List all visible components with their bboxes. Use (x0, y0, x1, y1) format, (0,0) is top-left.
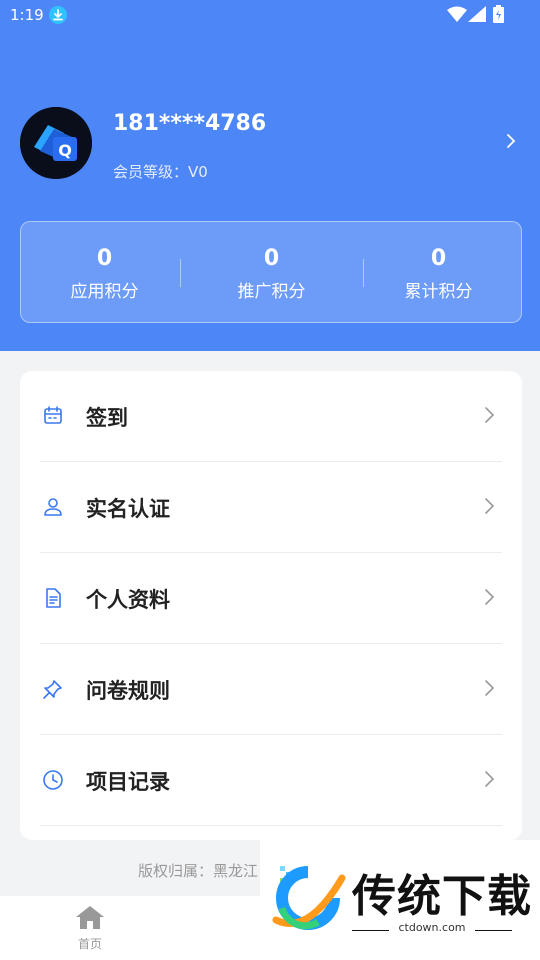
profile-header: 1:19 Q 181****4786 会员等级：V0 0 应用积分 0 推广积分… (0, 0, 540, 351)
watermark-url: ctdown.com (398, 921, 466, 934)
menu-item-survey-rules[interactable]: 问卷规则 (20, 644, 522, 735)
wifi-icon (447, 6, 467, 26)
signal-icon (468, 6, 486, 26)
stat-total-points[interactable]: 0 累计积分 (355, 246, 522, 302)
status-bar: 1:19 (0, 0, 540, 30)
document-icon (42, 587, 64, 609)
stat-promo-points[interactable]: 0 推广积分 (188, 246, 355, 302)
stat-label: 推广积分 (237, 282, 306, 302)
menu-item-project-records[interactable]: 项目记录 (20, 735, 522, 826)
clock-icon (42, 769, 64, 791)
svg-text:Q: Q (58, 141, 72, 160)
stat-label: 累计积分 (404, 282, 473, 302)
menu-label: 签到 (86, 406, 128, 430)
menu-label: 个人资料 (86, 588, 170, 612)
user-phone: 181****4786 (113, 111, 267, 136)
home-icon (76, 906, 104, 929)
calendar-icon (42, 405, 64, 427)
member-level: 会员等级：V0 (113, 163, 208, 181)
menu-label: 问卷规则 (86, 679, 170, 703)
stat-value: 0 (263, 246, 280, 271)
stat-divider (180, 259, 181, 287)
download-icon (49, 6, 67, 24)
menu-label: 项目记录 (86, 770, 170, 794)
pin-icon (42, 678, 64, 700)
menu-label: 实名认证 (86, 497, 170, 521)
chevron-right-icon (484, 770, 496, 792)
points-summary: 0 应用积分 0 推广积分 0 累计积分 (20, 221, 522, 323)
menu-item-checkin[interactable]: 签到 (20, 371, 522, 462)
stat-app-points[interactable]: 0 应用积分 (21, 246, 188, 302)
stat-value: 0 (430, 246, 447, 271)
watermark-rule (475, 930, 512, 931)
stat-value: 0 (96, 246, 113, 271)
user-icon (42, 496, 64, 518)
menu-item-real-name[interactable]: 实名认证 (20, 462, 522, 553)
avatar[interactable]: Q (20, 107, 92, 179)
chevron-right-icon (484, 406, 496, 428)
copyright-text: 版权归属：黑龙江 (138, 862, 259, 880)
status-time: 1:19 (10, 6, 44, 24)
chevron-right-icon (484, 497, 496, 519)
tab-home[interactable]: 首页 (70, 904, 110, 952)
menu-card: 签到 实名认证 个人资料 问卷规则 项目记录 (20, 371, 522, 840)
chevron-right-icon[interactable] (506, 133, 516, 153)
tab-home-label: 首页 (77, 937, 102, 951)
chevron-right-icon (484, 679, 496, 701)
battery-icon (493, 5, 504, 27)
chevron-right-icon (484, 588, 496, 610)
watermark-title: 传统下载 (352, 871, 532, 922)
watermark-logo-icon (268, 858, 348, 942)
stat-label: 应用积分 (70, 282, 139, 302)
menu-divider (40, 825, 502, 826)
menu-item-profile[interactable]: 个人资料 (20, 553, 522, 644)
watermark-overlay: 传统下载 ctdown.com (260, 840, 540, 960)
